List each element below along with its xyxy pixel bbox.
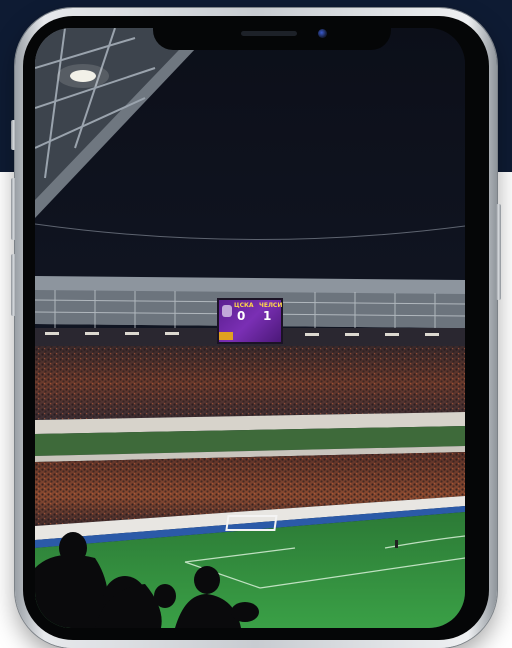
power-button: [496, 204, 501, 300]
stadium-scoreboard: ЦСКА ЧЕЛСИ 0 1: [217, 298, 283, 344]
away-team-name: ЧЕЛСИ: [259, 302, 283, 309]
phone-screen: ЦСКА ЧЕЛСИ 0 1: [35, 28, 465, 628]
volume-down-button: [11, 254, 16, 316]
home-score: 0: [237, 309, 246, 323]
phone-notch: [153, 20, 391, 50]
club-crest-icon: [222, 305, 232, 317]
phone-mockup: ЦСКА ЧЕЛСИ 0 1: [11, 8, 501, 648]
home-team-name: ЦСКА: [234, 302, 254, 309]
volume-up-button: [11, 178, 16, 240]
earpiece-speaker-icon: [241, 31, 297, 36]
goalkeeper: [395, 540, 398, 548]
away-score: 1: [263, 309, 272, 323]
front-camera-icon: [318, 29, 327, 38]
match-clock: [219, 332, 233, 340]
action-button: [11, 120, 16, 150]
